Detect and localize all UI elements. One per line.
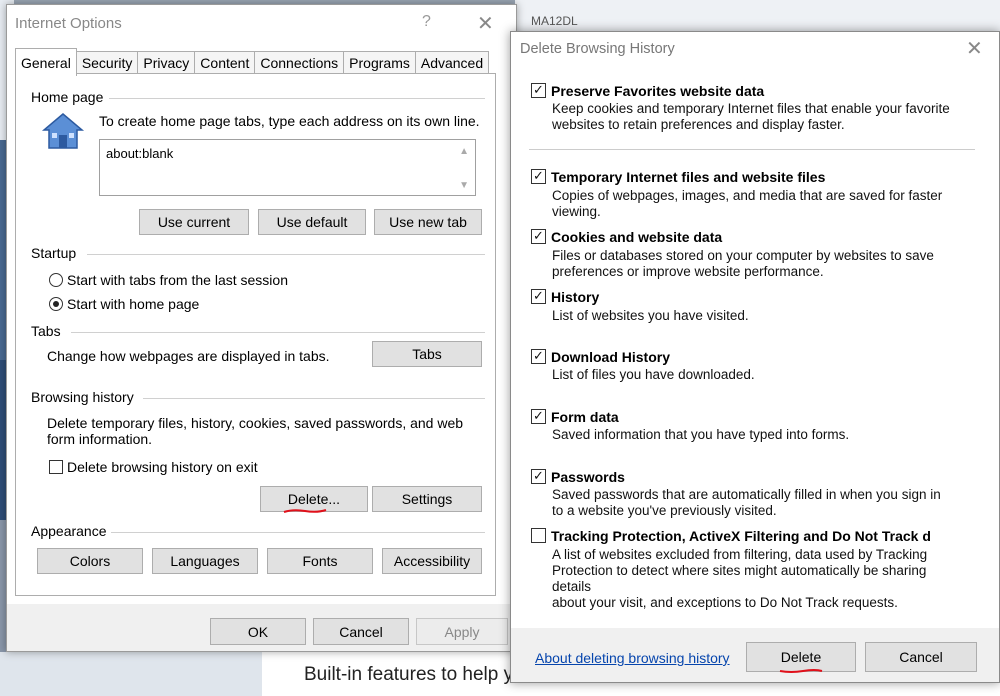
- tabs-description: Change how webpages are displayed in tab…: [47, 348, 330, 364]
- history-settings-button[interactable]: Settings: [372, 486, 482, 512]
- home-page-address-value: about:blank: [106, 146, 174, 161]
- browsing-history-description-line1: Delete temporary files, history, cookies…: [47, 415, 464, 431]
- option-description: Copies of webpages, images, and media th…: [552, 188, 943, 219]
- option-description: List of websites you have visited.: [552, 308, 749, 323]
- ok-button[interactable]: OK: [210, 618, 306, 645]
- section-divider: [71, 332, 485, 333]
- window-title: Internet Options: [15, 15, 122, 32]
- tab-security[interactable]: Security: [75, 51, 139, 73]
- tab-content[interactable]: Content: [194, 51, 256, 73]
- option-title: Tracking Protection, ActiveX Filtering a…: [551, 528, 931, 544]
- section-divider: [111, 532, 485, 533]
- option-description: Saved information that you have typed in…: [552, 427, 850, 442]
- languages-button[interactable]: Languages: [152, 548, 258, 574]
- startup-label: Startup: [31, 245, 77, 261]
- help-button[interactable]: ?: [422, 13, 431, 31]
- background-page-text: Built-in features to help y: [304, 664, 514, 685]
- option-title: Preserve Favorites website data: [551, 83, 765, 99]
- use-current-button[interactable]: Use current: [139, 209, 249, 235]
- background-window-text: MA12DL: [531, 14, 578, 28]
- scroll-up-icon[interactable]: ▲: [459, 146, 469, 157]
- home-icon: [41, 113, 85, 149]
- annotation-underline: [283, 509, 327, 513]
- tracking-protection-checkbox[interactable]: [531, 528, 546, 543]
- apply-button[interactable]: Apply: [416, 618, 508, 645]
- about-deleting-history-link[interactable]: About deleting browsing history: [535, 650, 730, 666]
- passwords-checkbox[interactable]: ✓: [531, 469, 546, 484]
- option-title: Download History: [551, 349, 671, 365]
- tab-connections[interactable]: Connections: [254, 51, 345, 73]
- tab-general[interactable]: General: [15, 48, 77, 76]
- cookies-checkbox[interactable]: ✓: [531, 229, 546, 244]
- history-checkbox[interactable]: ✓: [531, 289, 546, 304]
- option-description: Saved passwords that are automatically f…: [552, 487, 941, 518]
- tabs-settings-button[interactable]: Tabs: [372, 341, 482, 367]
- cancel-button[interactable]: Cancel: [865, 642, 977, 672]
- option-title: Cookies and website data: [551, 229, 723, 245]
- browsing-history-label: Browsing history: [31, 389, 134, 405]
- home-page-address-input[interactable]: about:blank ▲ ▼: [99, 139, 476, 196]
- option-title: Form data: [551, 409, 619, 425]
- dialog-title: Delete Browsing History: [520, 41, 675, 57]
- colors-button[interactable]: Colors: [37, 548, 143, 574]
- section-divider: [109, 98, 485, 99]
- background-window-strip: [515, 0, 1000, 32]
- form-data-checkbox[interactable]: ✓: [531, 409, 546, 424]
- internet-options-window: Internet Options ? ✕ General Security Pr…: [6, 4, 517, 652]
- preserve-favorites-checkbox[interactable]: ✓: [531, 83, 546, 98]
- home-page-instruction: To create home page tabs, type each addr…: [99, 113, 480, 129]
- use-default-button[interactable]: Use default: [258, 209, 366, 235]
- option-title: History: [551, 289, 600, 305]
- radio-start-home-page[interactable]: [49, 297, 63, 311]
- tab-advanced[interactable]: Advanced: [414, 51, 490, 73]
- delete-on-exit-label: Delete browsing history on exit: [67, 459, 258, 475]
- fonts-button[interactable]: Fonts: [267, 548, 373, 574]
- section-divider: [529, 149, 975, 150]
- tab-programs[interactable]: Programs: [343, 51, 416, 73]
- home-page-label: Home page: [31, 89, 104, 105]
- close-button[interactable]: ✕: [477, 11, 494, 36]
- option-description: List of files you have downloaded.: [552, 367, 755, 382]
- use-new-tab-button[interactable]: Use new tab: [374, 209, 482, 235]
- start-last-session-label: Start with tabs from the last session: [67, 272, 288, 288]
- appearance-label: Appearance: [31, 523, 107, 539]
- tab-strip: General Security Privacy Content Connect…: [15, 48, 490, 76]
- option-description: A list of websites excluded from filteri…: [552, 547, 928, 610]
- radio-start-last-session[interactable]: [49, 273, 63, 287]
- section-divider: [87, 254, 485, 255]
- scroll-down-icon[interactable]: ▼: [459, 180, 469, 191]
- temp-internet-files-checkbox[interactable]: ✓: [531, 169, 546, 184]
- delete-on-exit-checkbox[interactable]: [49, 460, 63, 474]
- tabs-section-label: Tabs: [31, 323, 61, 339]
- option-title: Passwords: [551, 469, 625, 485]
- option-description: Keep cookies and temporary Internet file…: [552, 101, 950, 132]
- start-home-page-label: Start with home page: [67, 296, 200, 312]
- option-description: Files or databases stored on your comput…: [552, 248, 934, 279]
- option-title: Temporary Internet files and website fil…: [551, 169, 826, 185]
- delete-browsing-history-dialog: Delete Browsing History ✕ ✓ Preserve Fav…: [510, 31, 1000, 683]
- accessibility-button[interactable]: Accessibility: [382, 548, 482, 574]
- browsing-history-description-line2: form information.: [47, 431, 153, 447]
- download-history-checkbox[interactable]: ✓: [531, 349, 546, 364]
- tab-privacy[interactable]: Privacy: [137, 51, 196, 73]
- dialog-close-button[interactable]: ✕: [966, 36, 983, 61]
- cancel-button[interactable]: Cancel: [313, 618, 409, 645]
- annotation-underline: [779, 669, 823, 673]
- section-divider: [143, 398, 485, 399]
